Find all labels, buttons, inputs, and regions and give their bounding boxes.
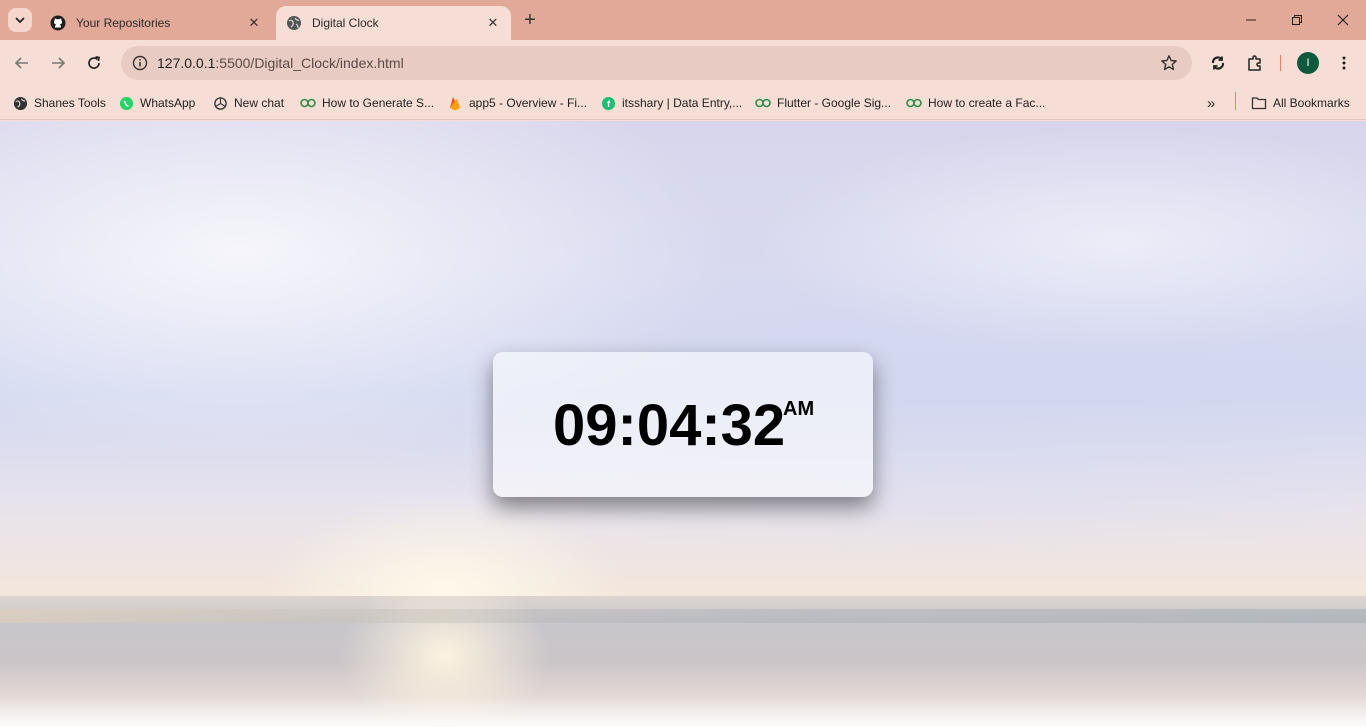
geeks-icon — [755, 95, 771, 111]
reload-icon — [88, 56, 100, 69]
tab-search-button[interactable] — [8, 8, 32, 32]
page-viewport: 09:04:32 AM — [0, 121, 1366, 727]
browser-toolbar: 127.0.0.1:5500/Digital_Clock/index.html … — [0, 40, 1366, 86]
all-bookmarks-button[interactable]: All Bookmarks — [1251, 92, 1350, 114]
address-url[interactable]: 127.0.0.1:5500/Digital_Clock/index.html — [157, 55, 1152, 71]
bookmark-label: New chat — [234, 96, 285, 110]
chevron-down-icon — [15, 17, 25, 24]
bookmark-item[interactable]: How to create a Fac... — [906, 92, 1045, 114]
sync-icon — [1211, 56, 1225, 70]
tab-title: Your Repositories — [76, 16, 171, 30]
github-icon — [50, 15, 66, 31]
bookmark-label: How to create a Fac... — [928, 96, 1046, 110]
kebab-menu-icon — [1342, 56, 1346, 70]
bookmark-label: How to Generate S... — [322, 96, 435, 110]
minimize-icon — [1246, 19, 1256, 21]
tab-title: Digital Clock — [312, 16, 379, 30]
url-path: :5500/Digital_Clock/index.html — [215, 55, 404, 71]
bookmark-label: itsshary | Data Entry,... — [622, 96, 743, 110]
clock-period: AM — [783, 398, 815, 420]
bookmarks-separator — [1235, 92, 1236, 110]
url-host: 127.0.0.1 — [157, 55, 216, 71]
openai-icon — [212, 95, 228, 111]
plus-icon: + — [524, 8, 536, 31]
bookmarks-bar: Shanes Tools WhatsApp New chat How to Ge… — [0, 86, 1366, 120]
whatsapp-icon — [118, 95, 134, 111]
close-window-button[interactable] — [1320, 0, 1366, 40]
bookmark-item[interactable]: New chat — [212, 92, 284, 114]
bookmark-item[interactable]: Shanes Tools — [12, 92, 106, 114]
extensions-button[interactable] — [1241, 49, 1269, 77]
bookmark-item[interactable]: Flutter - Google Sig... — [755, 92, 891, 114]
back-button[interactable] — [8, 49, 36, 77]
arrow-right-icon — [52, 57, 66, 69]
bookmark-item[interactable]: app5 - Overview - Fi... — [447, 92, 587, 114]
more-bookmarks-button[interactable]: » — [1200, 92, 1222, 114]
forward-button[interactable] — [44, 49, 72, 77]
restore-icon — [1292, 15, 1302, 25]
bookmark-label: Shanes Tools — [34, 96, 106, 110]
close-tab-icon[interactable]: ✕ — [485, 15, 501, 31]
geeks-icon — [300, 95, 316, 111]
new-tab-button[interactable]: + — [518, 8, 542, 32]
fiverr-icon: f — [600, 95, 616, 111]
site-info-icon[interactable] — [123, 55, 157, 71]
all-bookmarks-label: All Bookmarks — [1273, 96, 1350, 110]
globe-icon — [286, 15, 302, 31]
tab-strip: Your Repositories ✕ Digital Clock ✕ + — [0, 0, 1366, 40]
tab-digital-clock[interactable]: Digital Clock ✕ — [276, 6, 511, 40]
arrow-left-icon — [14, 57, 28, 69]
geeks-icon — [906, 95, 922, 111]
profile-avatar[interactable]: I — [1297, 52, 1319, 74]
restore-button[interactable] — [1274, 0, 1320, 40]
chevron-double-right-icon: » — [1206, 94, 1216, 112]
minimize-button[interactable] — [1228, 0, 1274, 40]
extension-sync-button[interactable] — [1204, 49, 1232, 77]
reload-button[interactable] — [80, 49, 108, 77]
bookmark-label: app5 - Overview - Fi... — [469, 96, 588, 110]
clock-time: 09:04:32 — [553, 393, 786, 458]
bookmark-item[interactable]: How to Generate S... — [300, 92, 434, 114]
address-bar[interactable]: 127.0.0.1:5500/Digital_Clock/index.html — [121, 46, 1192, 80]
browser-menu-button[interactable] — [1330, 49, 1358, 77]
background-foam — [0, 696, 1366, 727]
close-icon — [1337, 14, 1349, 26]
close-tab-icon[interactable]: ✕ — [246, 15, 262, 31]
folder-icon — [1251, 95, 1267, 111]
bookmark-item[interactable]: f itsshary | Data Entry,... — [600, 92, 742, 114]
background-wave — [0, 609, 1366, 623]
bookmark-star-icon[interactable] — [1152, 46, 1186, 80]
toolbar-separator — [1280, 55, 1281, 71]
bookmark-item[interactable]: WhatsApp — [118, 92, 195, 114]
firebase-icon — [447, 95, 463, 111]
bookmark-label: WhatsApp — [140, 96, 196, 110]
clock-card: 09:04:32 AM — [493, 352, 873, 497]
bookmark-label: Flutter - Google Sig... — [777, 96, 892, 110]
globe-icon — [12, 95, 28, 111]
puzzle-icon — [1248, 55, 1261, 71]
tab-your-repositories[interactable]: Your Repositories ✕ — [40, 6, 272, 40]
